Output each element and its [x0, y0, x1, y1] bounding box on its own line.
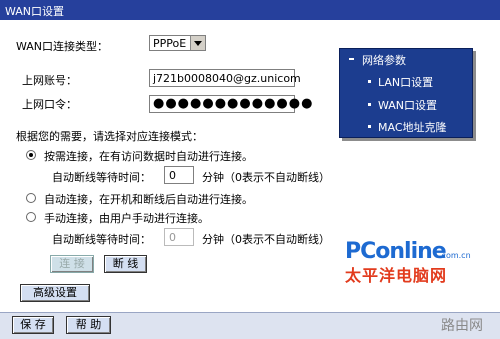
disconnect-button[interactable]: 断 线 — [104, 255, 147, 273]
mode-prompt: 根据您的需要，请选择对应连接模式： — [16, 130, 203, 143]
radio-manual[interactable] — [26, 212, 36, 222]
network-params-sidebar: 网络参数 LAN口设置 WAN口设置 MAC地址克隆 — [339, 48, 473, 138]
radio-on-demand[interactable] — [26, 150, 36, 160]
password-input[interactable]: ●●●●●●●●●●●●● — [149, 95, 312, 113]
sidebar-item-mac-clone[interactable]: MAC地址克隆 — [378, 119, 447, 135]
connect-button[interactable]: 连 接 — [50, 255, 94, 273]
help-button[interactable]: 帮 助 — [66, 316, 111, 334]
logo-chinese-name: 太平洋电脑网 — [345, 266, 448, 285]
bullet-icon — [368, 125, 371, 128]
save-button[interactable]: 保 存 — [12, 316, 54, 334]
collapse-icon[interactable] — [349, 58, 354, 60]
logo-main-text: PConline — [345, 239, 447, 264]
footer-bar: 保 存 帮 助 路由网 — [0, 312, 500, 339]
option-manual-label: 手动连接，由用户手动进行连接。 — [44, 212, 209, 225]
sidebar-item-wan[interactable]: WAN口设置 — [378, 97, 437, 113]
idle1-unit: 分钟（0表示不自动断线） — [202, 171, 330, 184]
pconline-logo: PConline — [345, 239, 447, 264]
logo-domain: .com.cn — [439, 251, 471, 260]
advanced-settings-button[interactable]: 高级设置 — [20, 284, 90, 302]
conn-type-value: PPPoE — [153, 37, 187, 50]
sidebar-header[interactable]: 网络参数 — [362, 52, 406, 68]
option-auto-label: 自动连接，在开机和断线后自动进行连接。 — [44, 193, 253, 206]
idle2-input[interactable]: 0 — [164, 228, 194, 246]
conn-type-select[interactable]: PPPoE — [149, 35, 206, 51]
idle2-label: 自动断线等待时间： — [52, 233, 151, 246]
window-title: WAN口设置 — [5, 5, 65, 18]
idle2-unit: 分钟（0表示不自动断线） — [202, 233, 330, 246]
bullet-icon — [368, 103, 371, 106]
bullet-icon — [368, 80, 371, 83]
wan-settings-window: WAN口设置 WAN口连接类型： PPPoE 上网账号： j721b000804… — [0, 0, 500, 339]
idle1-input[interactable]: 0 — [164, 166, 194, 184]
sidebar-item-lan[interactable]: LAN口设置 — [378, 74, 433, 90]
account-input[interactable]: j721b0008040@gz.unicom — [149, 69, 301, 87]
account-label: 上网账号： — [22, 74, 77, 87]
conn-type-label: WAN口连接类型： — [16, 40, 109, 53]
title-bar: WAN口设置 — [0, 0, 500, 20]
option-on-demand-label: 按需连接，在有访问数据时自动进行连接。 — [44, 150, 253, 163]
password-label: 上网口令： — [22, 98, 77, 111]
radio-auto[interactable] — [26, 193, 36, 203]
chevron-down-icon[interactable] — [190, 36, 205, 50]
idle1-label: 自动断线等待时间： — [52, 171, 151, 184]
site-watermark: 路由网 — [441, 318, 483, 334]
